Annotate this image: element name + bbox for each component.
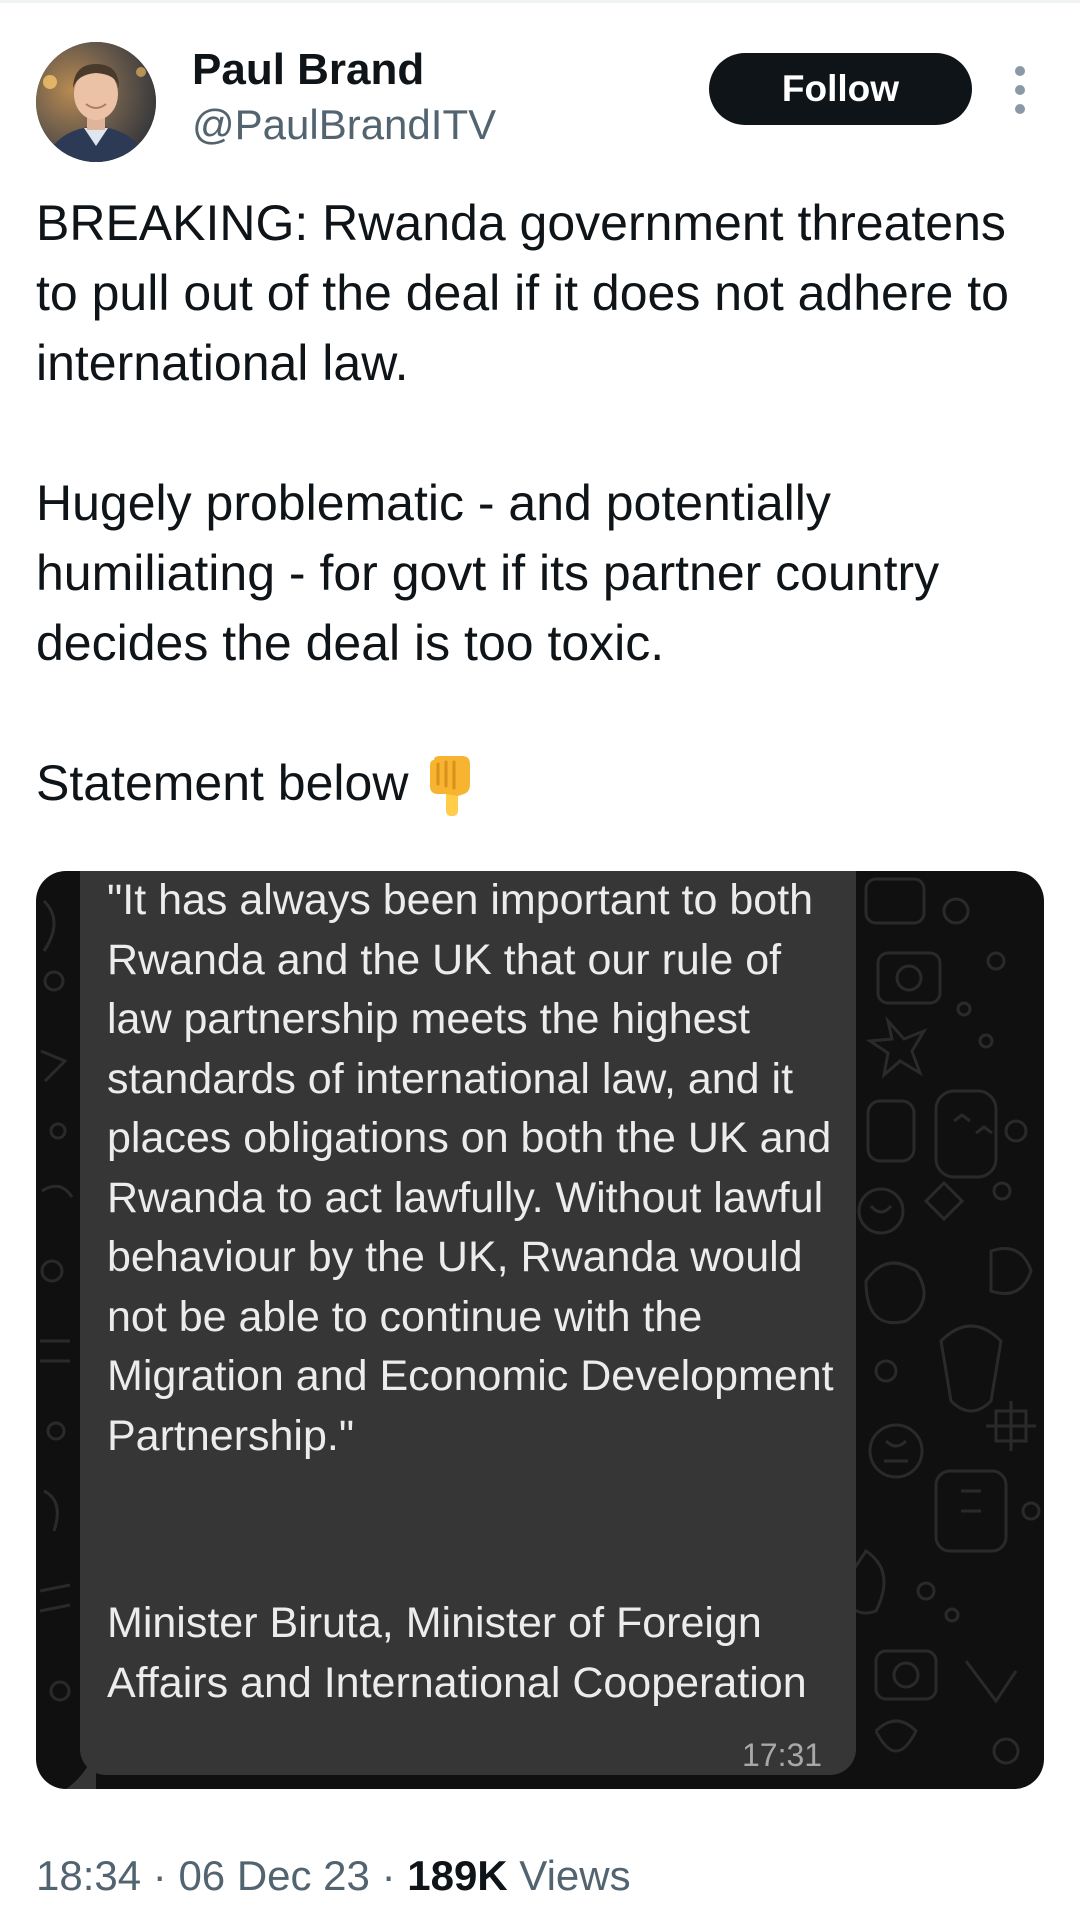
message-bubble-tail xyxy=(66,1751,96,1789)
views-count: 189K xyxy=(407,1852,508,1899)
follow-button[interactable]: Follow xyxy=(709,53,972,125)
author-name[interactable]: Paul Brand xyxy=(192,42,424,98)
tweet-meta: 18:34 · 06 Dec 23 · 189K Views xyxy=(36,1850,631,1902)
tweet-text: BREAKING: Rwanda government threatens to… xyxy=(36,188,1046,834)
more-options-icon[interactable] xyxy=(1000,66,1040,114)
meta-separator: · xyxy=(369,1852,408,1899)
statement-attribution: Minister Biruta, Minister of Foreign Aff… xyxy=(107,1599,807,1707)
statement-quote: "It has always been important to both Rw… xyxy=(107,871,847,1466)
post-date[interactable]: 06 Dec 23 xyxy=(178,1852,369,1899)
author-handle[interactable]: @PaulBrandITV xyxy=(192,98,496,152)
top-divider xyxy=(0,0,1080,3)
tweet-paragraph: Statement below xyxy=(36,748,1046,834)
tweet-image[interactable]: "It has always been important to both Rw… xyxy=(36,871,1044,1789)
tweet-paragraph: Hugely problematic - and potentially hum… xyxy=(36,468,1046,678)
message-timestamp: 17:31 xyxy=(742,1737,823,1773)
tweet-paragraph-text: Hugely problematic - and potentially hum… xyxy=(36,475,940,671)
avatar-photo xyxy=(36,42,156,162)
views-label: Views xyxy=(507,1852,631,1899)
statement-quote-text: "It has always been important to both Rw… xyxy=(107,876,834,1460)
post-time[interactable]: 18:34 xyxy=(36,1852,141,1899)
tweet-paragraph: BREAKING: Rwanda government threatens to… xyxy=(36,195,1009,391)
tweet-paragraph-text: Statement below xyxy=(36,755,409,811)
backhand-index-pointing-down-icon xyxy=(424,754,476,834)
avatar[interactable] xyxy=(36,42,156,162)
meta-separator: · xyxy=(141,1852,179,1899)
